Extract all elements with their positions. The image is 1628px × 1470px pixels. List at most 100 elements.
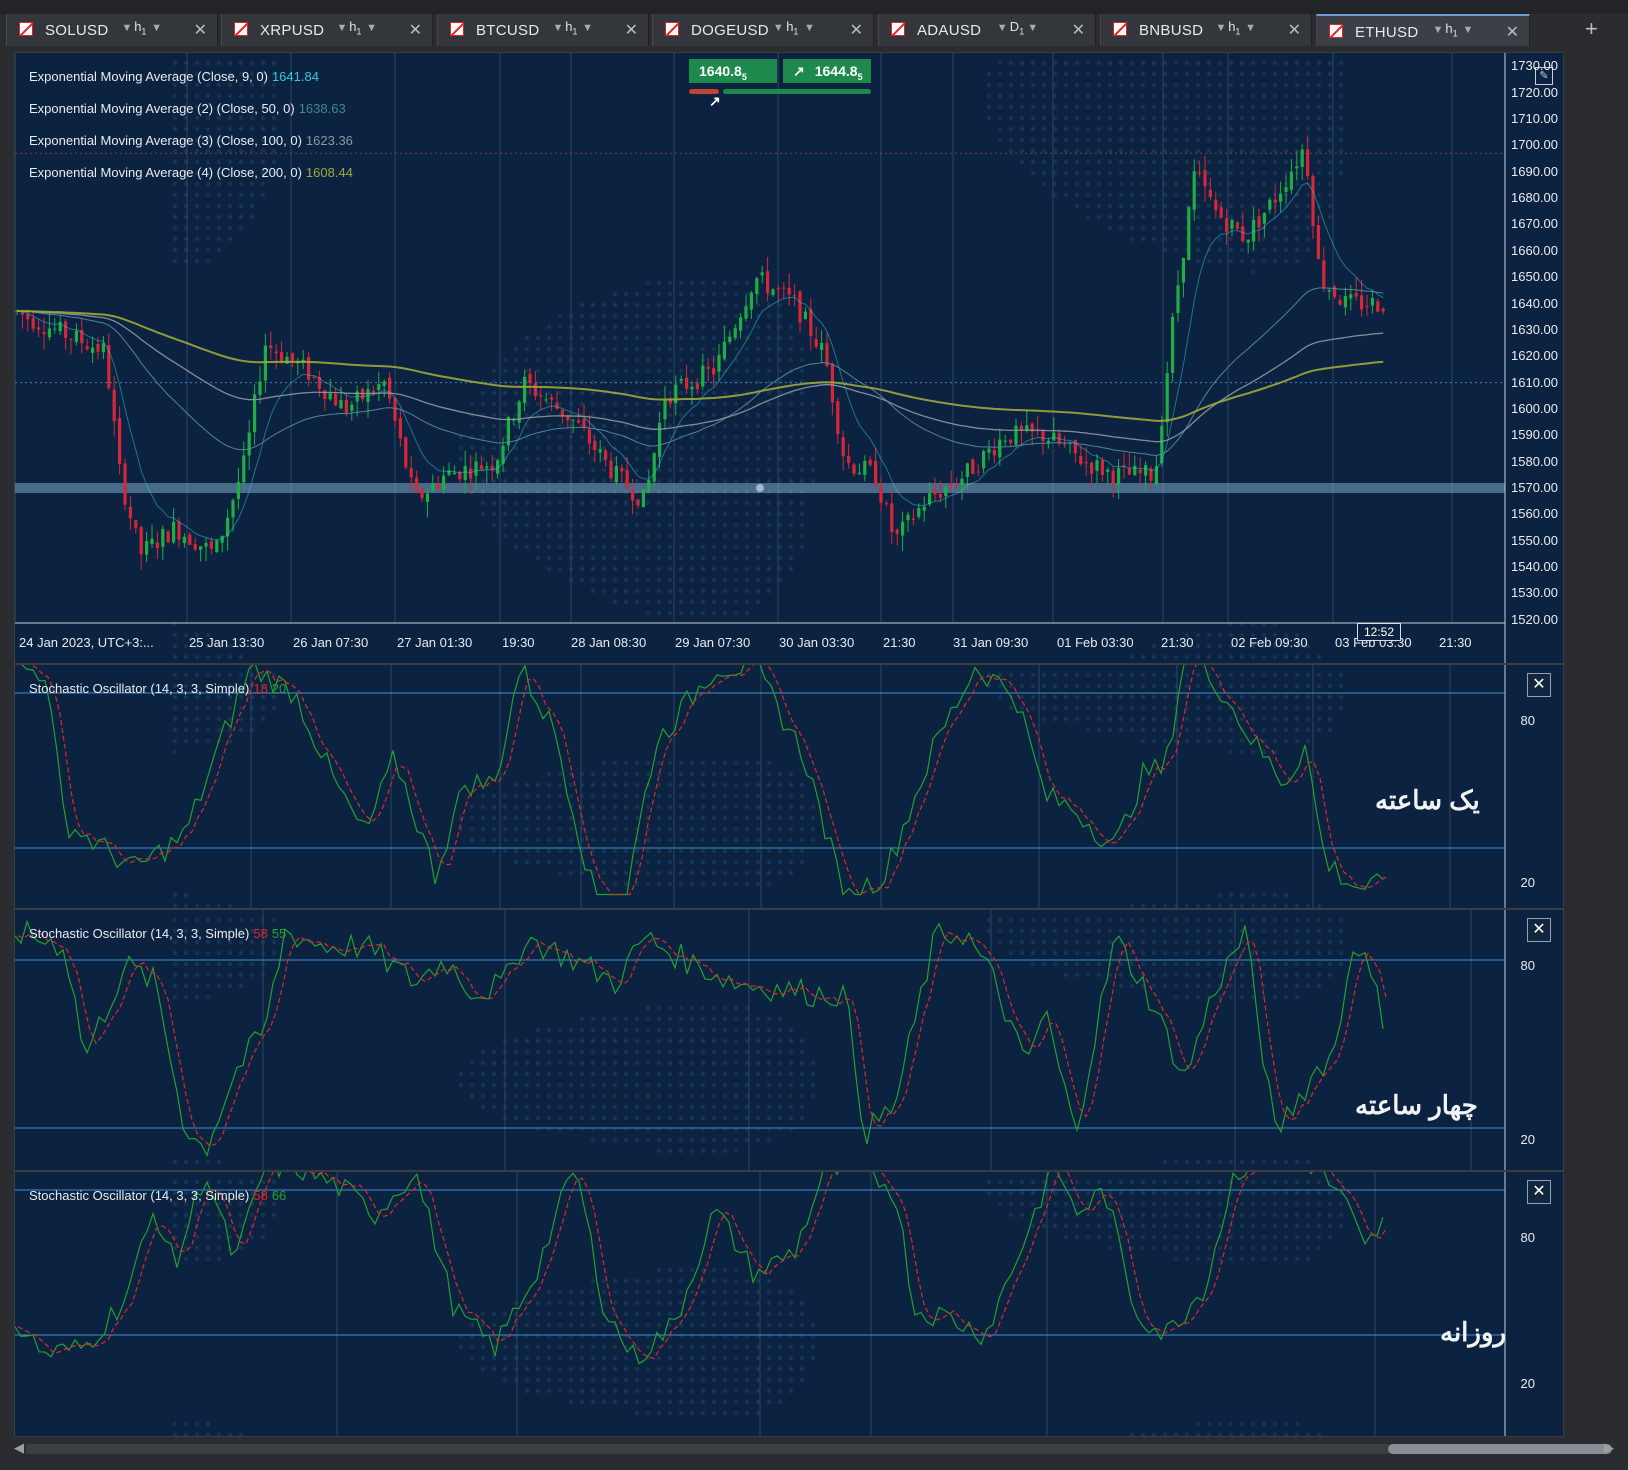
time-tick-label: 01 Feb 03:30 (1057, 635, 1134, 650)
stochastic-chart[interactable] (15, 910, 1564, 1171)
candle (922, 506, 926, 511)
candle (182, 536, 186, 544)
candle (199, 546, 203, 550)
tab-btcusd[interactable]: BTCUSD ▼ h1 ▼ ✕ (437, 14, 649, 46)
candle (134, 520, 138, 528)
scroll-left-icon[interactable]: ◀ (14, 1440, 24, 1456)
candle (274, 351, 278, 354)
candle (879, 486, 883, 503)
candle (614, 465, 618, 483)
tab-timeframe[interactable]: h1 (786, 19, 798, 37)
candle (755, 278, 759, 294)
tab-timeframe[interactable]: h1 (349, 19, 361, 37)
tab-timeframe[interactable]: D1 (1010, 19, 1024, 37)
chevron-down-icon[interactable]: ▼ (1215, 22, 1226, 34)
candle (847, 455, 851, 463)
candle (420, 489, 424, 499)
candle (139, 527, 143, 555)
candle (1198, 172, 1202, 174)
candle (188, 534, 192, 545)
tab-adausd[interactable]: ADAUSD ▼ D1 ▼ ✕ (878, 14, 1096, 46)
world-map-background (172, 1179, 1344, 1436)
chevron-down-icon[interactable]: ▼ (1027, 22, 1038, 34)
chevron-down-icon[interactable]: ▼ (366, 22, 377, 34)
candle (1219, 207, 1223, 218)
chevron-down-icon[interactable]: ▼ (1245, 22, 1256, 34)
candle (1338, 300, 1342, 305)
candle (258, 381, 262, 395)
candle (404, 437, 408, 468)
tab-solusd[interactable]: SOLUSD ▼ h1 ▼ ✕ (6, 14, 218, 46)
spread-bar-sell (689, 89, 719, 94)
tab-timeframe[interactable]: h1 (134, 19, 146, 37)
price-tick-label: 1720.00 (1511, 84, 1558, 100)
stochastic-d-line (17, 931, 1387, 1147)
tab-bnbusd[interactable]: BNBUSD ▼ h1 ▼ ✕ (1100, 14, 1312, 46)
buy-price-button[interactable]: ↗ 1644.85 (783, 59, 871, 83)
tab-timeframe[interactable]: h1 (1445, 21, 1457, 39)
close-icon[interactable]: ✕ (194, 20, 207, 40)
chevron-down-icon[interactable]: ▼ (1433, 24, 1444, 36)
plus-icon[interactable]: + (1585, 16, 1598, 42)
stochastic-pane-4h[interactable]: Stochastic Oscillator (14, 3, 3, Simple)… (14, 909, 1564, 1171)
horizontal-scrollbar[interactable]: ◀ ▶ (14, 1438, 1614, 1460)
candle (452, 472, 456, 475)
level-20-label: 20 (1520, 875, 1535, 890)
scroll-right-icon[interactable]: ▶ (1604, 1440, 1614, 1456)
chevron-down-icon[interactable]: ▼ (151, 22, 162, 34)
stochastic-pane-daily[interactable]: Stochastic Oscillator (14, 3, 3, Simple)… (14, 1171, 1564, 1437)
chevron-down-icon[interactable]: ▼ (582, 22, 593, 34)
candle (695, 383, 699, 390)
candle (917, 507, 921, 517)
chevron-down-icon[interactable]: ▼ (552, 22, 563, 34)
candle (798, 291, 802, 323)
candle (620, 468, 624, 472)
candle (328, 393, 332, 400)
scroll-thumb[interactable] (1388, 1444, 1612, 1454)
stochastic-chart[interactable] (15, 1172, 1564, 1437)
candle (663, 399, 667, 420)
candle (539, 395, 543, 397)
candle (1100, 460, 1104, 476)
candle (1079, 456, 1083, 464)
sell-price-button[interactable]: 1640.85 ↗ (689, 59, 777, 109)
close-icon[interactable]: ✕ (850, 20, 863, 40)
timeframe-label: چهار ساعته (1355, 1090, 1478, 1120)
candle (712, 368, 716, 375)
main-chart-pane[interactable]: Exponential Moving Average (Close, 9, 0)… (14, 52, 1564, 664)
candle (1165, 373, 1169, 423)
candle (290, 353, 294, 361)
candle (1203, 170, 1207, 187)
chevron-down-icon[interactable]: ▼ (997, 22, 1008, 34)
tab-timeframe[interactable]: h1 (1228, 19, 1240, 37)
chevron-down-icon[interactable]: ▼ (336, 22, 347, 34)
tab-ethusd[interactable]: ETHUSD ▼ h1 ▼ ✕ (1316, 14, 1530, 46)
chevron-down-icon[interactable]: ▼ (804, 22, 815, 34)
candle (1106, 469, 1110, 472)
candle (172, 521, 176, 543)
stochastic-pane-1h[interactable]: Stochastic Oscillator (14, 3, 3, Simple)… (14, 664, 1564, 909)
candle (733, 328, 737, 338)
close-icon[interactable]: ✕ (1527, 673, 1551, 697)
close-icon[interactable]: ✕ (1072, 20, 1085, 40)
candle (933, 490, 937, 495)
close-icon[interactable]: ✕ (409, 20, 422, 40)
candle (193, 543, 197, 550)
candle (101, 343, 105, 353)
close-icon[interactable]: ✕ (1527, 1180, 1551, 1204)
close-icon[interactable]: ✕ (1527, 918, 1551, 942)
symbol-flag-icon (450, 22, 464, 36)
close-icon[interactable]: ✕ (1506, 22, 1519, 42)
candle (1370, 297, 1374, 306)
chevron-down-icon[interactable]: ▼ (121, 22, 132, 34)
close-icon[interactable]: ✕ (1288, 20, 1301, 40)
stochastic-chart[interactable] (15, 665, 1564, 909)
close-icon[interactable]: ✕ (625, 20, 638, 40)
chevron-down-icon[interactable]: ▼ (1463, 24, 1474, 36)
candle (166, 531, 170, 543)
tab-xrpusd[interactable]: XRPUSD ▼ h1 ▼ ✕ (221, 14, 433, 46)
chevron-down-icon[interactable]: ▼ (773, 22, 784, 34)
tab-timeframe[interactable]: h1 (565, 19, 577, 37)
tab-dogeusd[interactable]: DOGEUSD ▼ h1 ▼ ✕ (652, 14, 874, 46)
scroll-track[interactable] (26, 1444, 1612, 1454)
